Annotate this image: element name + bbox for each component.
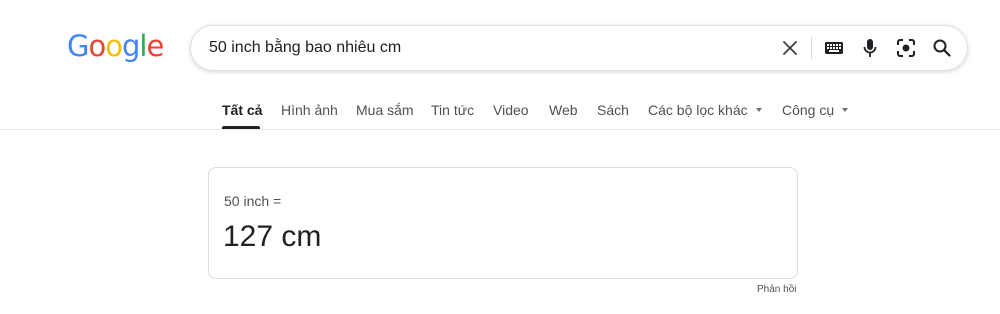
tab-more-filters-label: Các bộ lọc khác	[648, 102, 748, 118]
logo-letter: G	[67, 29, 90, 63]
keyboard-icon[interactable]	[822, 36, 846, 60]
caret-down-icon	[842, 108, 849, 113]
search-input[interactable]: 50 inch bằng bao nhiêu cm	[209, 26, 401, 70]
logo-letter: g	[121, 29, 140, 63]
clear-icon[interactable]	[778, 36, 802, 60]
logo-letter: o	[105, 29, 123, 63]
tab-shopping[interactable]: Mua sắm	[356, 102, 414, 118]
tab-more-filters[interactable]: Các bộ lọc khác	[648, 102, 762, 118]
tab-tools[interactable]: Công cụ	[782, 102, 849, 118]
unit-converter-card: 50 inch = 127 cm	[208, 167, 798, 279]
search-divider	[811, 36, 812, 60]
logo-letter: l	[139, 29, 147, 63]
tab-images[interactable]: Hình ảnh	[281, 102, 338, 118]
search-icon[interactable]	[930, 36, 954, 60]
caret-down-icon	[755, 108, 762, 113]
logo-letter: o	[88, 29, 106, 63]
microphone-icon[interactable]	[858, 36, 882, 60]
tab-news[interactable]: Tin tức	[431, 102, 474, 118]
tab-books[interactable]: Sách	[597, 102, 629, 118]
search-box[interactable]: 50 inch bằng bao nhiêu cm	[190, 25, 968, 71]
converter-result: 127 cm	[223, 220, 322, 253]
feedback-link[interactable]: Phản hồi	[757, 284, 796, 295]
google-logo[interactable]: Google	[67, 29, 164, 63]
tab-web[interactable]: Web	[549, 102, 578, 118]
converter-input-text: 50 inch =	[224, 193, 282, 209]
tab-video[interactable]: Video	[493, 102, 529, 118]
tab-all[interactable]: Tất cả	[222, 102, 262, 118]
logo-letter: e	[146, 29, 164, 63]
camera-lens-icon[interactable]	[894, 36, 918, 60]
tab-tools-label: Công cụ	[782, 102, 835, 118]
header-divider	[0, 129, 1000, 130]
